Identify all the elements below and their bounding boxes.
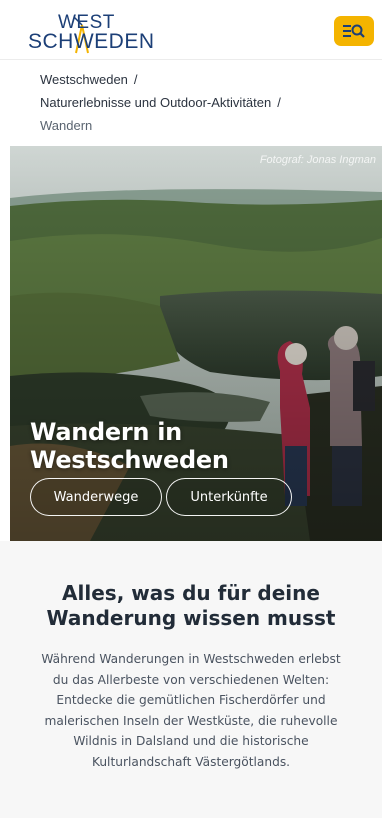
wanderwege-button[interactable]: Wanderwege [30, 478, 162, 516]
breadcrumb: Westschweden / Naturerlebnisse und Outdoo… [40, 68, 370, 137]
intro-section: Alles, was du für deine Wanderung wissen… [0, 541, 382, 818]
hero-title: Wandern in Westschweden [30, 418, 229, 474]
breadcrumb-link-naturerlebnisse[interactable]: Naturerlebnisse und Outdoor-Aktivitäten [40, 95, 271, 110]
breadcrumb-current: Wandern [40, 118, 93, 133]
header: WEST SCHWEDEN [0, 0, 382, 60]
unterkuenfte-button[interactable]: Unterkünfte [166, 478, 292, 516]
breadcrumb-separator: / [277, 95, 281, 110]
breadcrumb-link-westschweden[interactable]: Westschweden [40, 72, 128, 87]
logo[interactable]: WEST SCHWEDEN [28, 10, 154, 54]
menu-search-button[interactable] [334, 16, 374, 46]
intro-text: Während Wanderungen in Westschweden erle… [41, 652, 341, 769]
intro-heading: Alles, was du für deine Wanderung wissen… [46, 581, 336, 630]
menu-search-icon [343, 24, 365, 38]
hero: Fotograf: Jonas Ingman Wandern in Westsc… [10, 146, 382, 541]
photo-credit: Fotograf: Jonas Ingman [259, 154, 376, 166]
logo-text-bottom: SCHWEDEN [28, 30, 155, 53]
breadcrumb-separator: / [133, 72, 138, 87]
